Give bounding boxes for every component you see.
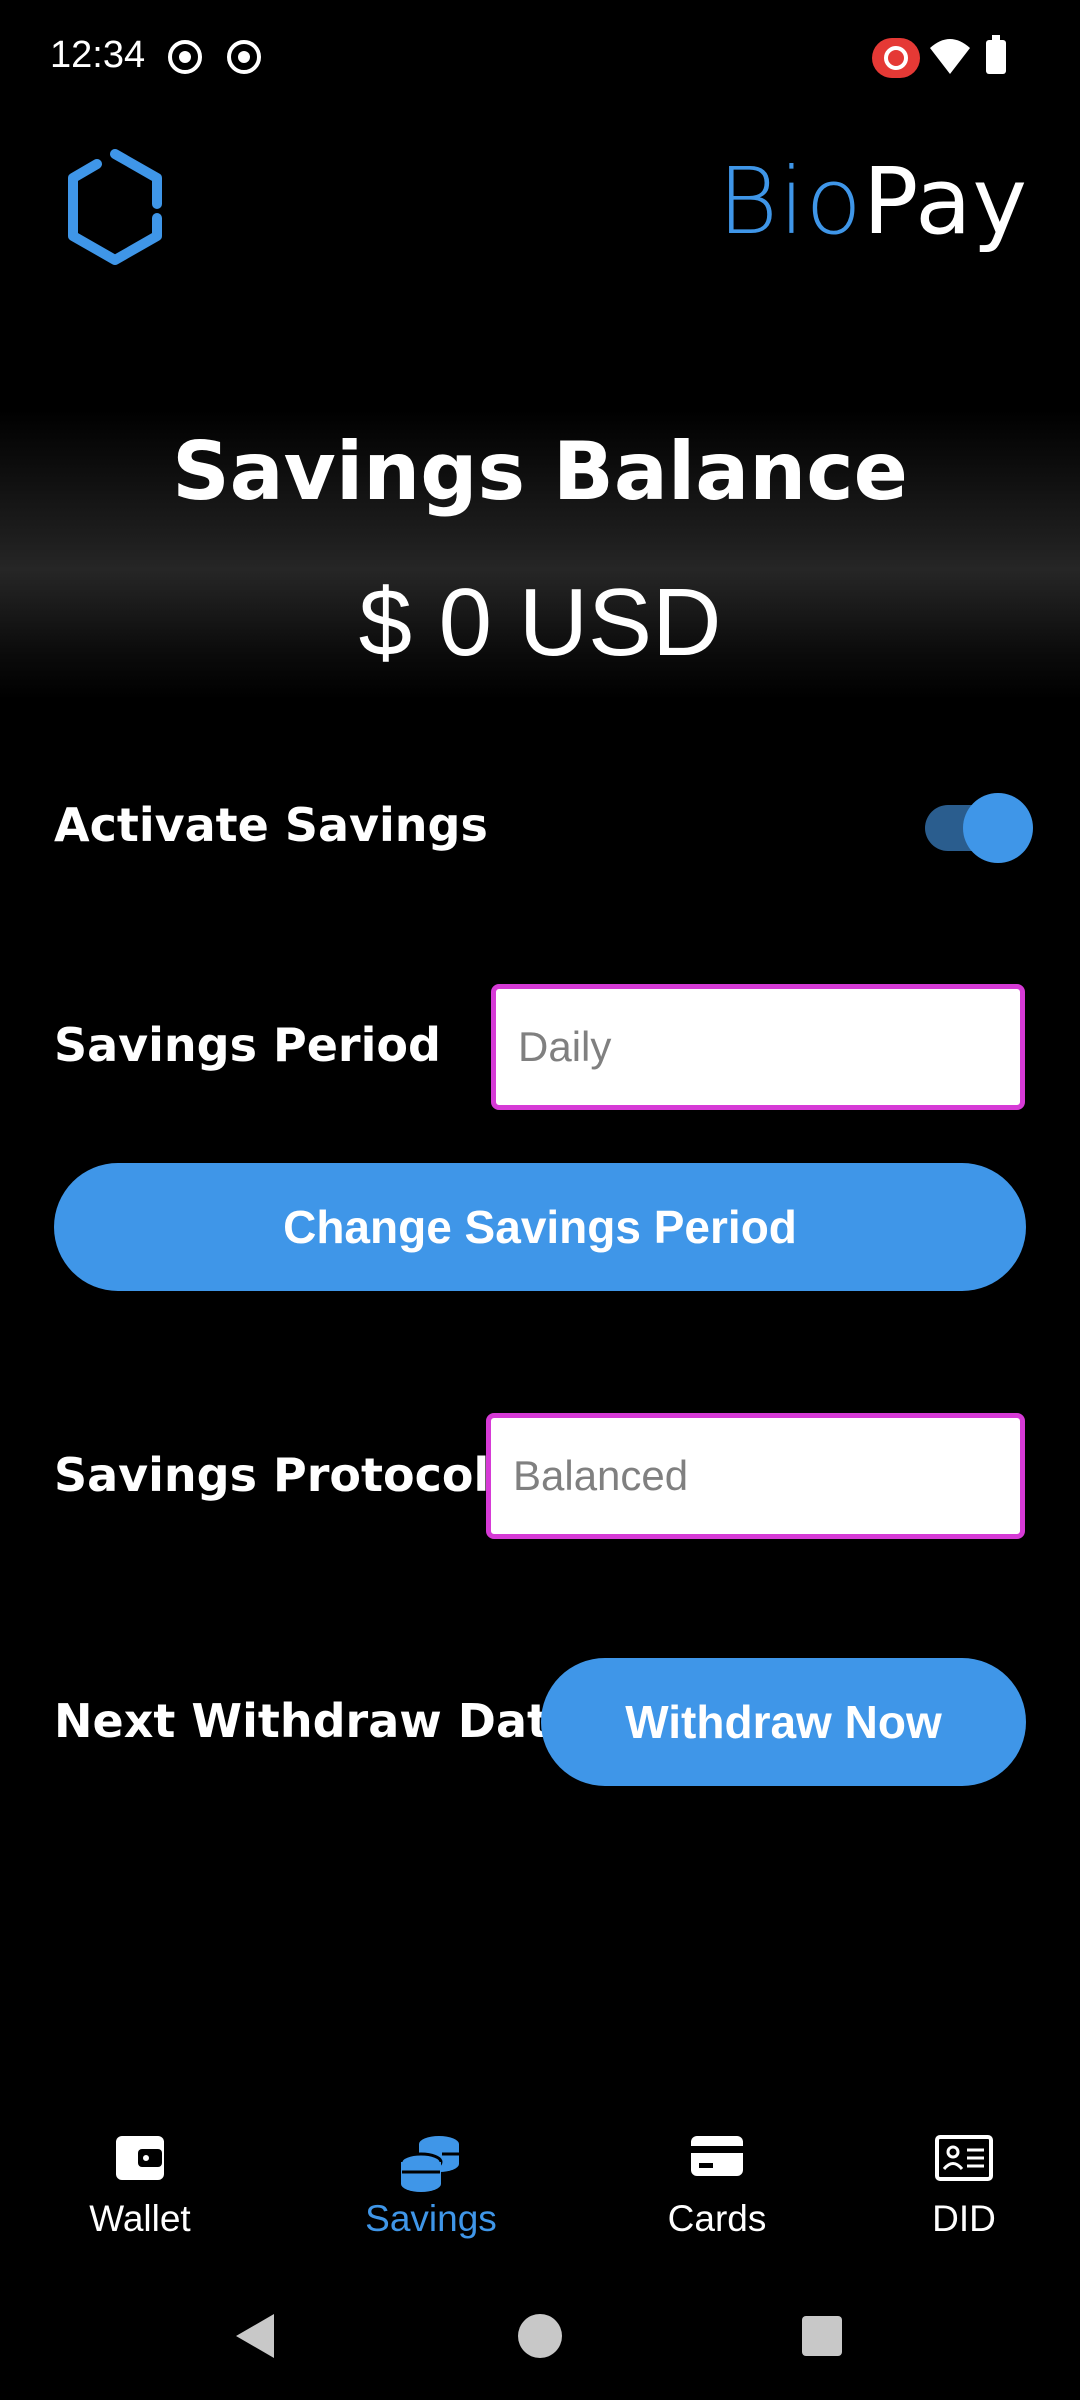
next-withdraw-date-label: Next Withdraw Date (54, 1694, 581, 1748)
activate-savings-label: Activate Savings (54, 798, 488, 852)
toggle-thumb (963, 793, 1033, 863)
status-time: 12:34 (50, 34, 146, 76)
brand-logo-text: BioPay (718, 148, 1028, 255)
nav-label-did: DID (932, 2198, 996, 2239)
nav-label-wallet: Wallet (89, 2198, 191, 2239)
wifi-icon (930, 39, 970, 74)
withdraw-now-button[interactable]: Withdraw Now (541, 1658, 1026, 1786)
bottom-navigation: Wallet Savings Cards DID (0, 2120, 1080, 2240)
savings-period-input[interactable] (518, 1023, 1020, 1071)
record-indicator-icon (227, 40, 261, 74)
savings-period-label: Savings Period (54, 1018, 441, 1072)
nav-item-did[interactable]: DID (864, 2120, 1064, 2240)
savings-protocol-label: Savings Protocol (54, 1448, 490, 1502)
system-back-icon[interactable] (236, 2314, 274, 2358)
change-savings-period-button[interactable]: Change Savings Period (54, 1163, 1026, 1291)
wallet-icon (116, 2136, 164, 2180)
nav-item-wallet[interactable]: Wallet (40, 2120, 240, 2240)
savings-protocol-field[interactable] (486, 1413, 1025, 1539)
activate-savings-toggle[interactable] (925, 793, 1033, 863)
battery-icon (986, 35, 1006, 74)
id-card-icon (935, 2135, 993, 2181)
balance-amount: $ 0 USD (358, 569, 722, 676)
savings-protocol-input[interactable] (513, 1452, 1020, 1500)
nav-item-savings[interactable]: Savings (331, 2120, 531, 2240)
nav-label-cards: Cards (667, 2198, 767, 2239)
biopay-logo-icon (68, 149, 162, 265)
nav-label-savings: Savings (365, 2198, 497, 2239)
credit-card-icon (691, 2136, 743, 2176)
savings-period-field[interactable] (491, 984, 1025, 1110)
record-indicator-icon (168, 40, 202, 74)
system-home-icon[interactable] (518, 2314, 562, 2358)
balance-title: Savings Balance (172, 425, 908, 518)
brand-text-pay: Pay (862, 148, 1028, 255)
nav-item-cards[interactable]: Cards (617, 2120, 817, 2240)
status-bar: 12:34 (0, 0, 1080, 120)
system-recents-icon[interactable] (802, 2316, 842, 2356)
brand-text-bio: Bio (717, 148, 863, 255)
screen-record-icon (872, 38, 920, 78)
coins-icon (399, 2136, 459, 2192)
